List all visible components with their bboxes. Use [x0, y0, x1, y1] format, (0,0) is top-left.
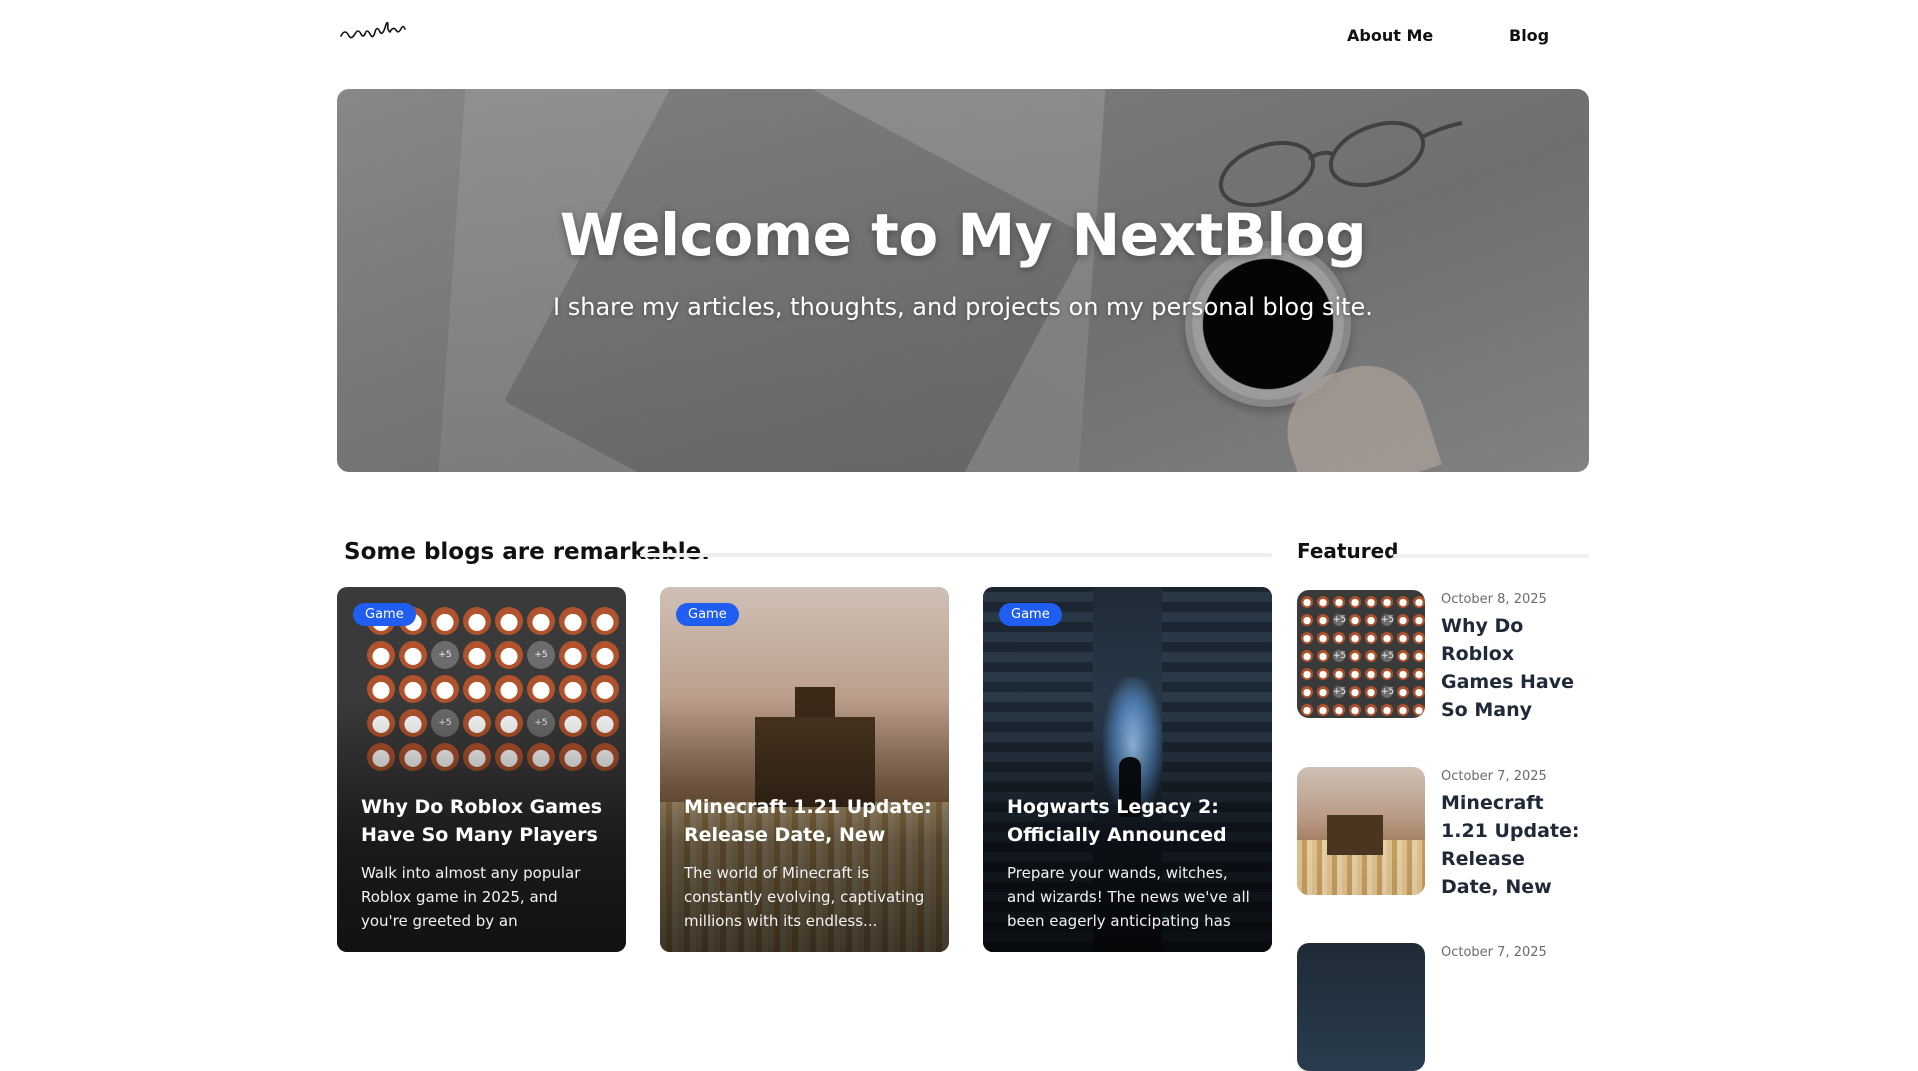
player-avatar — [1349, 704, 1361, 716]
player-avatar — [1317, 704, 1329, 716]
player-avatar — [1365, 614, 1377, 626]
featured-thumbnail-minecraft[interactable] — [1297, 767, 1425, 895]
nav-blog[interactable]: Blog — [1509, 26, 1549, 45]
player-avatar — [1397, 650, 1409, 662]
player-avatar — [1317, 650, 1329, 662]
player-avatar — [1397, 614, 1409, 626]
player-avatar — [1397, 686, 1409, 698]
nav-about-me[interactable]: About Me — [1347, 26, 1433, 45]
player-avatar — [1333, 632, 1345, 644]
player-avatar — [1365, 686, 1377, 698]
player-avatar — [1381, 596, 1393, 608]
player-avatar — [1381, 632, 1393, 644]
player-avatar — [1413, 614, 1425, 626]
player-avatar — [1413, 596, 1425, 608]
card-title[interactable]: Why Do Roblox Games Have So Many Players… — [361, 793, 611, 851]
hero-banner: Welcome to My NextBlog I share my articl… — [337, 89, 1589, 472]
card-excerpt: Prepare your wands, witches, and wizards… — [1007, 864, 1250, 930]
hero-subtitle: I share my articles, thoughts, and proje… — [553, 293, 1373, 321]
player-avatar — [1397, 596, 1409, 608]
player-avatar — [1365, 668, 1377, 680]
featured-title: Featured — [1297, 539, 1399, 563]
logo-signature-icon — [340, 21, 406, 39]
card-excerpt: Walk into almost any popular Roblox game… — [361, 864, 581, 930]
player-avatar — [1349, 632, 1361, 644]
player-avatar — [1365, 632, 1377, 644]
more-players-icon: +5 — [1381, 614, 1395, 626]
player-avatar — [1317, 596, 1329, 608]
player-avatar — [1333, 704, 1345, 716]
player-avatar — [1333, 668, 1345, 680]
player-avatar — [1333, 596, 1345, 608]
featured-thumbnail-roblox[interactable]: +5 +5 +5 +5 +5 +5 — [1297, 590, 1425, 718]
featured-item[interactable]: +5 +5 +5 +5 +5 +5 October 8, 2025 Why Do Robl… — [1297, 590, 1589, 730]
more-players-icon: +5 — [1381, 686, 1395, 698]
featured-item-title[interactable]: Minecraft 1.21 Update: Release Date, New… — [1441, 789, 1589, 901]
player-avatar — [1365, 704, 1377, 716]
player-avatar — [1317, 686, 1329, 698]
player-avatar — [1413, 668, 1425, 680]
player-avatar — [1381, 704, 1393, 716]
top-navigation: About Me Blog — [0, 0, 1918, 72]
player-avatar — [1301, 704, 1313, 716]
card-excerpt: The world of Minecraft is constantly evo… — [684, 864, 925, 930]
site-logo[interactable] — [337, 12, 417, 48]
category-badge[interactable]: Game — [676, 603, 739, 626]
blog-card-hogwarts[interactable]: Game Hogwarts Legacy 2: Officially Annou… — [983, 587, 1272, 952]
featured-date: October 8, 2025 — [1441, 592, 1547, 607]
player-avatar — [1301, 614, 1313, 626]
featured-divider — [1393, 554, 1589, 558]
more-players-icon: +5 — [1333, 650, 1347, 662]
player-avatar — [1301, 650, 1313, 662]
player-avatar — [1301, 686, 1313, 698]
featured-date: October 7, 2025 — [1441, 769, 1547, 784]
player-avatar — [1413, 704, 1425, 716]
more-players-icon: +5 — [1333, 686, 1347, 698]
featured-date: October 7, 2025 — [1441, 945, 1547, 960]
player-avatar — [1301, 668, 1313, 680]
player-avatar — [1365, 650, 1377, 662]
player-avatar — [1413, 632, 1425, 644]
player-avatar — [1317, 632, 1329, 644]
more-players-icon: +5 — [1333, 614, 1347, 626]
blog-card-roblox[interactable]: +5+5+5+5 Game Why Do Roblox Games Have S… — [337, 587, 626, 952]
player-avatar — [1397, 704, 1409, 716]
player-avatar — [1317, 614, 1329, 626]
player-avatar — [1349, 668, 1361, 680]
player-avatar — [1381, 668, 1393, 680]
player-avatar — [1349, 596, 1361, 608]
featured-item[interactable]: October 7, 2025 Minecraft 1.21 Update: R… — [1297, 767, 1589, 907]
category-badge[interactable]: Game — [353, 603, 416, 626]
featured-item[interactable]: October 7, 2025 — [1297, 943, 1589, 1071]
featured-item-title[interactable]: Why Do Roblox Games Have So Many Players… — [1441, 612, 1589, 724]
featured-thumbnail-hogwarts[interactable] — [1297, 943, 1425, 1071]
category-badge[interactable]: Game — [999, 603, 1062, 626]
section-title: Some blogs are remarkable. — [344, 539, 710, 565]
player-avatar — [1397, 632, 1409, 644]
player-avatar — [1301, 596, 1313, 608]
hero-title: Welcome to My NextBlog — [559, 201, 1367, 269]
more-players-icon: +5 — [1381, 650, 1395, 662]
player-avatar — [1413, 650, 1425, 662]
player-avatar — [1413, 686, 1425, 698]
player-avatar — [1349, 650, 1361, 662]
player-avatar — [1301, 632, 1313, 644]
card-title[interactable]: Minecraft 1.21 Update: Release Date, New… — [684, 793, 934, 851]
player-avatar — [1397, 668, 1409, 680]
hero-overlay — [337, 89, 1589, 472]
section-divider — [640, 553, 1272, 557]
player-avatar — [1349, 686, 1361, 698]
player-avatar — [1365, 596, 1377, 608]
player-avatar — [1317, 668, 1329, 680]
blog-card-minecraft[interactable]: Game Minecraft 1.21 Update: Release Date… — [660, 587, 949, 952]
player-avatar — [1349, 614, 1361, 626]
card-title[interactable]: Hogwarts Legacy 2: Officially Announced … — [1007, 793, 1257, 851]
